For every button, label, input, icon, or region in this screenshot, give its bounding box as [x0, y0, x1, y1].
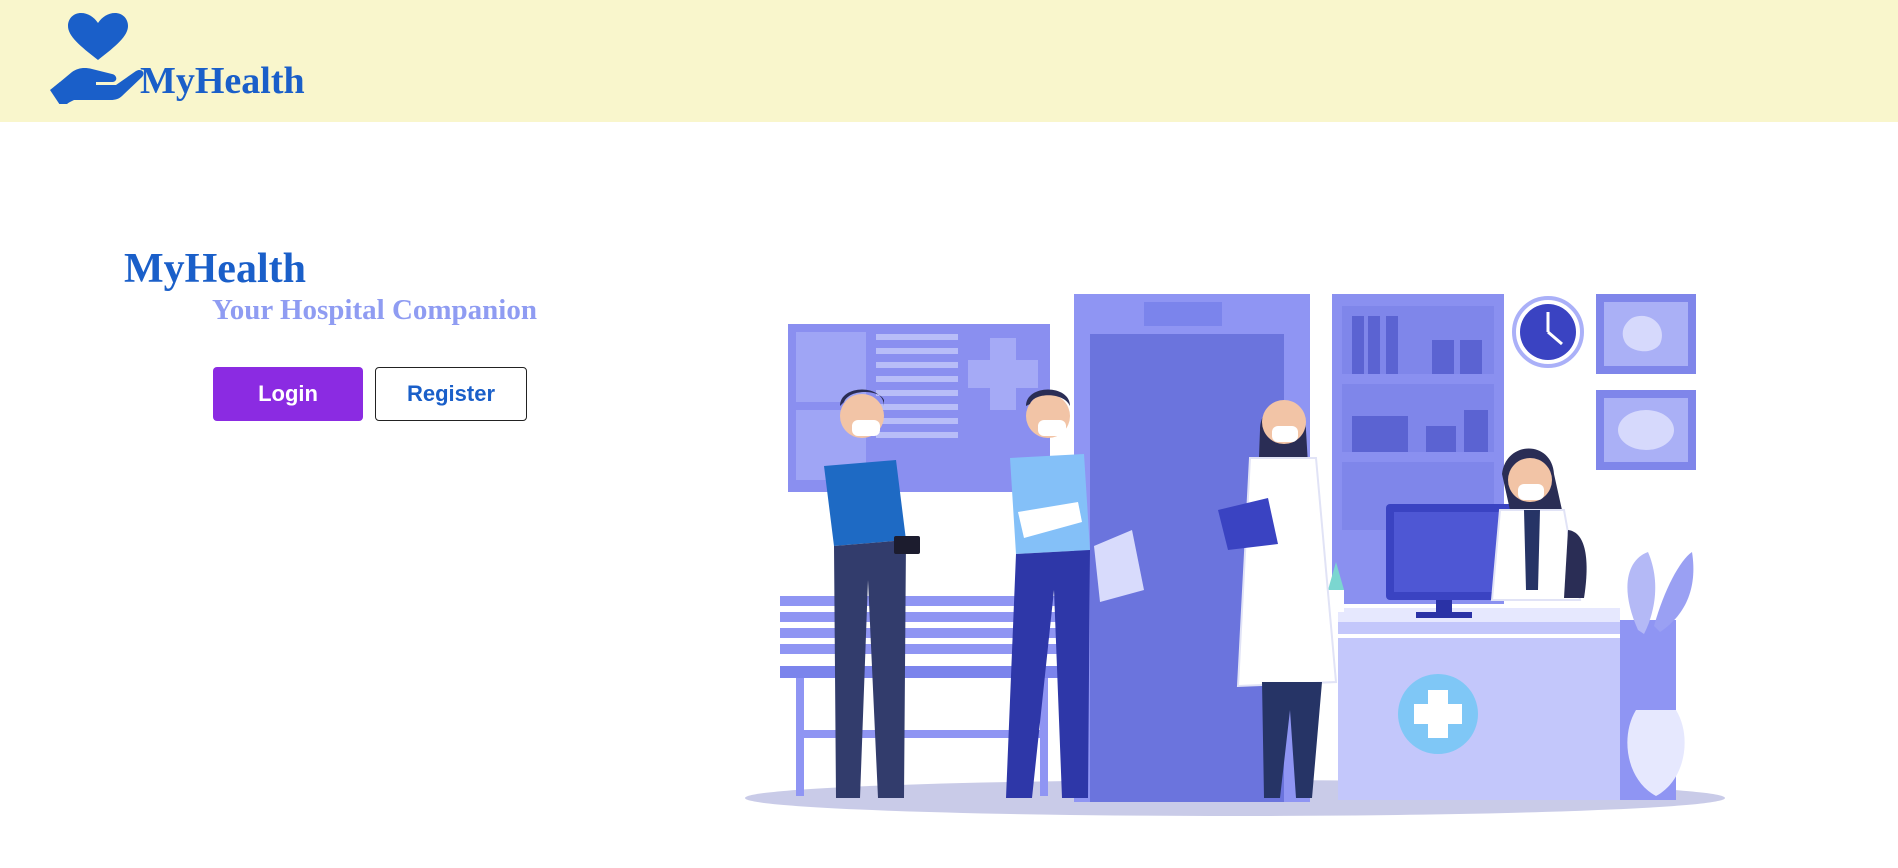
anatomy-frames: [1596, 294, 1696, 470]
hero-title: MyHealth: [124, 246, 306, 292]
register-button[interactable]: Register: [375, 367, 527, 421]
wall-clock: [1512, 296, 1584, 368]
hospital-reception-illustration: [745, 294, 1725, 816]
receptionist-doctor: [1490, 448, 1587, 601]
login-button[interactable]: Login: [213, 367, 363, 421]
heart-in-hand-icon[interactable]: [50, 12, 146, 104]
reception-desk: [1338, 608, 1676, 800]
site-header: MyHealth: [0, 0, 1898, 122]
hero-subtitle: Your Hospital Companion: [212, 294, 537, 326]
brand-name[interactable]: MyHealth: [140, 62, 305, 100]
